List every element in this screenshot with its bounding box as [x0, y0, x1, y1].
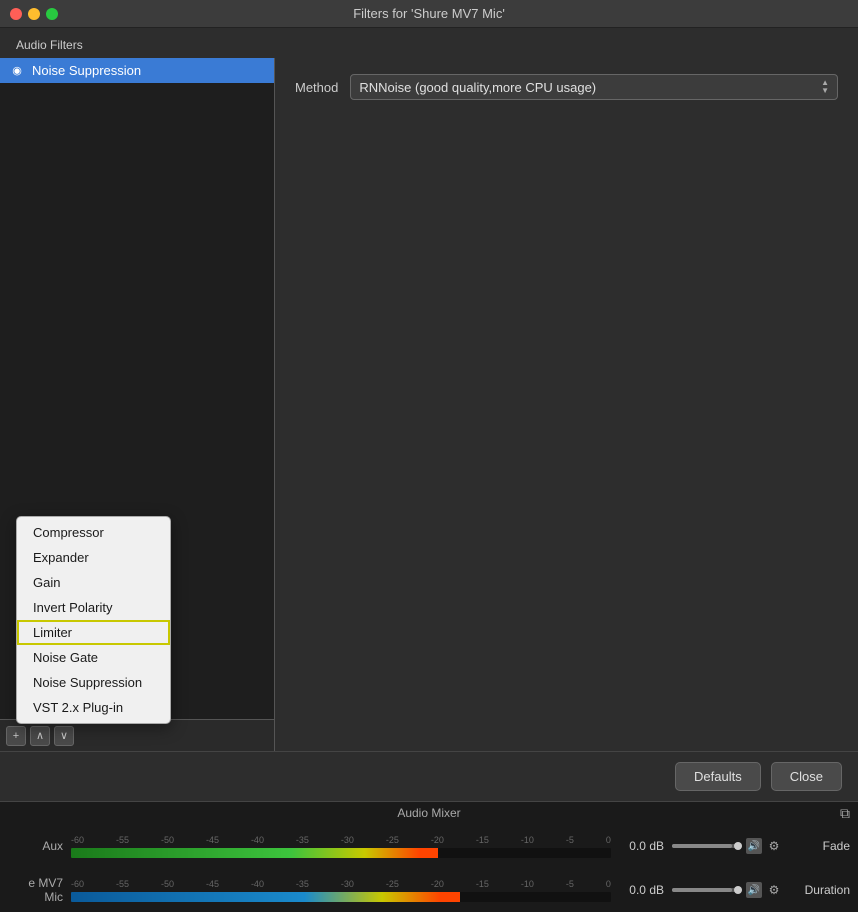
eye-icon: ◉	[10, 64, 24, 78]
context-menu-item-noise-suppression[interactable]: Noise Suppression	[17, 670, 170, 695]
volume-thumb-aux	[734, 842, 742, 850]
method-select-arrows: ▲▼	[821, 79, 829, 95]
method-row: Method RNNoise (good quality,more CPU us…	[295, 74, 838, 100]
context-menu: Compressor Expander Gain Invert Polarity…	[16, 516, 171, 724]
mute-button-aux[interactable]: 🔊	[746, 838, 762, 854]
move-up-button[interactable]: ∧	[30, 726, 50, 746]
audio-mixer-title: Audio Mixer	[397, 806, 460, 820]
meter-bar-mv7	[71, 892, 611, 902]
duration-label: Duration	[805, 883, 850, 897]
maximize-window-button[interactable]	[46, 8, 58, 20]
minimize-window-button[interactable]	[28, 8, 40, 20]
context-menu-item-expander[interactable]: Expander	[17, 545, 170, 570]
filter-item-noise-suppression[interactable]: ◉ Noise Suppression	[0, 58, 274, 83]
context-menu-item-invert-polarity[interactable]: Invert Polarity	[17, 595, 170, 620]
method-select[interactable]: RNNoise (good quality,more CPU usage) ▲▼	[350, 74, 838, 100]
meter-scale-mv7: -60-55-50-45-40-35-30-25-20-15-10-50	[71, 879, 611, 889]
method-select-value: RNNoise (good quality,more CPU usage)	[359, 80, 596, 95]
mixer-right-labels-aux: Fade	[790, 839, 850, 853]
meter-bar-aux	[71, 848, 611, 858]
mute-button-mv7[interactable]: 🔊	[746, 882, 762, 898]
filter-item-label: Noise Suppression	[32, 63, 141, 78]
title-bar: Filters for 'Shure MV7 Mic'	[0, 0, 858, 28]
channel-name-mv7: e MV7 Mic	[8, 876, 63, 904]
collapse-mixer-button[interactable]: ⧉	[840, 805, 850, 822]
context-menu-item-vst[interactable]: VST 2.x Plug-in	[17, 695, 170, 720]
close-button[interactable]: Close	[771, 762, 842, 791]
close-window-button[interactable]	[10, 8, 22, 20]
meter-fill-aux	[71, 848, 438, 858]
meter-fill-mv7	[71, 892, 460, 902]
volume-slider-aux[interactable]	[672, 844, 742, 848]
context-menu-item-compressor[interactable]: Compressor	[17, 520, 170, 545]
context-menu-item-noise-gate[interactable]: Noise Gate	[17, 645, 170, 670]
settings-button-aux[interactable]: ⚙	[766, 838, 782, 854]
dialog-area: Audio Filters ◉ Noise Suppression + ∧ ∨ …	[0, 28, 858, 912]
context-menu-item-gain[interactable]: Gain	[17, 570, 170, 595]
context-menu-item-limiter[interactable]: Limiter	[17, 620, 170, 645]
audio-mixer-header: Audio Mixer ⧉	[0, 802, 858, 824]
volume-fill-aux	[672, 844, 732, 848]
settings-button-mv7[interactable]: ⚙	[766, 882, 782, 898]
channel-name-aux: Aux	[8, 839, 63, 853]
db-value-aux: 0.0 dB	[619, 839, 664, 853]
window-title: Filters for 'Shure MV7 Mic'	[353, 6, 505, 21]
channel-row-aux: Aux -60-55-50-45-40-35-30-25-20-15-10-50…	[0, 824, 858, 868]
bottom-buttons: Defaults Close	[0, 751, 858, 801]
meter-scale-aux: -60-55-50-45-40-35-30-25-20-15-10-50	[71, 835, 611, 845]
move-down-button[interactable]: ∨	[54, 726, 74, 746]
volume-thumb-mv7	[734, 886, 742, 894]
method-label: Method	[295, 80, 338, 95]
fade-label: Fade	[823, 839, 850, 853]
db-value-mv7: 0.0 dB	[619, 883, 664, 897]
channel-controls-mv7: 🔊 ⚙	[672, 882, 782, 898]
window-controls	[10, 8, 58, 20]
defaults-button[interactable]: Defaults	[675, 762, 761, 791]
audio-mixer-section: Audio Mixer ⧉ Aux -60-55-50-45-40-35-30-…	[0, 801, 858, 912]
volume-fill-mv7	[672, 888, 732, 892]
mixer-right-labels-mv7: Duration	[790, 883, 850, 897]
volume-slider-mv7[interactable]	[672, 888, 742, 892]
audio-filters-label: Audio Filters	[0, 28, 858, 58]
add-filter-button[interactable]: +	[6, 726, 26, 746]
right-panel: Method RNNoise (good quality,more CPU us…	[275, 58, 858, 751]
channel-controls-aux: 🔊 ⚙	[672, 838, 782, 854]
channel-row-mv7: e MV7 Mic -60-55-50-45-40-35-30-25-20-15…	[0, 868, 858, 912]
